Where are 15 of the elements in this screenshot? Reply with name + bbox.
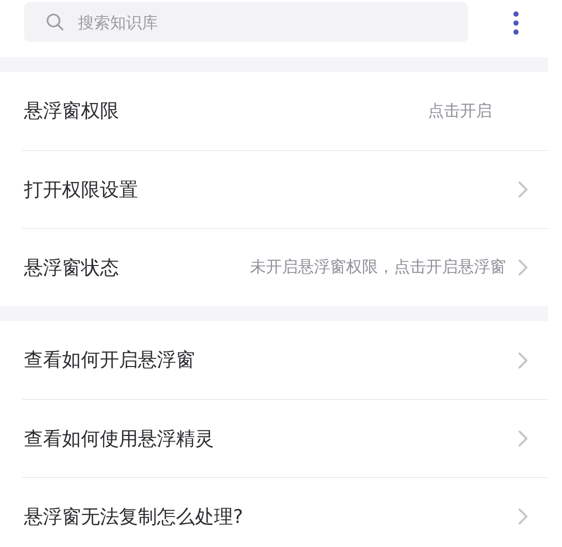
row-label: 悬浮窗权限 <box>24 99 119 124</box>
row-label: 查看如何使用悬浮精灵 <box>24 426 214 452</box>
search-field[interactable]: 搜索知识库 <box>24 2 468 42</box>
row-label: 悬浮窗无法复制怎么处理? <box>24 504 244 530</box>
settings-row[interactable]: 悬浮窗权限 点击开启 <box>22 72 548 150</box>
row-label: 悬浮窗状态 <box>24 256 119 280</box>
row-label: 查看如何开启悬浮窗 <box>24 348 195 373</box>
row-value: 点击开启 <box>428 100 492 122</box>
row-value: 未开启悬浮窗权限，点击开启悬浮窗 <box>250 257 506 278</box>
settings-row[interactable]: 打开权限设置 <box>22 150 548 228</box>
settings-row[interactable]: 查看如何使用悬浮精灵 <box>22 399 548 477</box>
more-menu-icon[interactable] <box>512 11 520 35</box>
row-label: 打开权限设置 <box>24 178 138 202</box>
settings-row[interactable]: 悬浮窗无法复制怎么处理? <box>22 477 548 547</box>
settings-row[interactable]: 查看如何开启悬浮窗 <box>22 321 548 399</box>
